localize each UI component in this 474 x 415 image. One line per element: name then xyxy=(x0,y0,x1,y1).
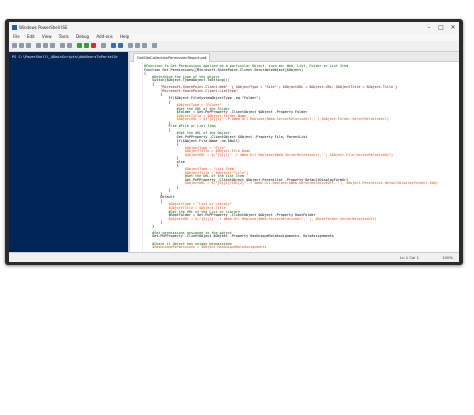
code-line: $ObjectURL = $("{0}{1}" -f $Web.Url.Repl… xyxy=(144,152,394,157)
run-selection-icon[interactable] xyxy=(84,43,89,48)
menu-tools[interactable]: Tools xyxy=(59,34,69,39)
toolbar xyxy=(9,41,459,52)
code-line: } xyxy=(144,223,155,228)
code-line: $HasUniquePermissions = $Object.HasUniqu… xyxy=(144,245,267,250)
console-prompt: PS C:\PowerShell\_ADminScripts\AddUsersT… xyxy=(12,55,119,59)
script-tab[interactable]: GetSiteCollectionPermissionReport.ps1 × xyxy=(133,53,210,62)
remote-powershell-icon[interactable] xyxy=(111,43,116,48)
open-icon[interactable] xyxy=(19,43,24,48)
layout-side-icon[interactable] xyxy=(135,43,140,48)
redo-icon[interactable] xyxy=(67,43,72,48)
code-line: Function Get-Permissions([Microsoft.Shar… xyxy=(144,67,304,72)
menu-file[interactable]: File xyxy=(13,34,20,39)
script-editor[interactable]: GetSiteCollectionPermissionReport.ps1 × … xyxy=(130,52,459,252)
menu-help[interactable]: Help xyxy=(120,34,129,39)
save-icon[interactable] xyxy=(26,43,31,48)
code-line: $ObjectURL = $("{0}{1}?ID={2}" -f $Web.U… xyxy=(144,181,438,186)
menu-debug[interactable]: Debug xyxy=(76,34,89,39)
maximize-button[interactable]: □ xyxy=(435,22,447,33)
powershell-ise-window: Windows PowerShell ISE – □ ✕ File Edit V… xyxy=(5,19,463,265)
debug-icon[interactable] xyxy=(101,43,106,48)
powershell-console-icon[interactable] xyxy=(118,43,123,48)
layout-max-icon[interactable] xyxy=(142,43,147,48)
window-title: Windows PowerShell ISE xyxy=(19,25,68,30)
code-line: $ObjectURL = $("{0}{1}" -f $Web.Url.Repl… xyxy=(144,216,377,221)
powershell-icon xyxy=(12,25,17,30)
stop-icon[interactable] xyxy=(91,43,96,48)
line-gutter xyxy=(130,62,143,252)
script-tab-bar: GetSiteCollectionPermissionReport.ps1 × xyxy=(130,52,459,62)
commands-icon[interactable] xyxy=(152,43,157,48)
script-tab-label: GetSiteCollectionPermissionReport.ps1 xyxy=(137,56,207,60)
undo-icon[interactable] xyxy=(60,43,65,48)
menu-view[interactable]: View xyxy=(42,34,52,39)
run-icon[interactable] xyxy=(77,43,82,48)
close-button[interactable]: ✕ xyxy=(447,22,459,33)
menu-edit[interactable]: Edit xyxy=(27,34,35,39)
zoom-level: 100% xyxy=(442,255,453,260)
code-line: Get-PnPProperty -ClientObject $Object -P… xyxy=(144,234,334,239)
close-tab-icon[interactable]: × xyxy=(204,54,207,62)
copy-icon[interactable] xyxy=(43,43,48,48)
code-line: Switch($Object.TypedObject.ToString()) xyxy=(144,78,230,83)
code-area[interactable]: #Function to Get Permissions Applied on … xyxy=(130,62,459,252)
console-pane[interactable]: PS C:\PowerShell\_ADminScripts\AddUsersT… xyxy=(9,52,128,252)
title-bar: Windows PowerShell ISE – □ ✕ xyxy=(9,22,459,33)
cursor-position: Ln 1 Col 1 xyxy=(399,255,419,260)
paste-icon[interactable] xyxy=(50,43,55,48)
status-bar: Ln 1 Col 1 100% xyxy=(9,252,459,262)
layout-icon[interactable] xyxy=(128,43,133,48)
new-icon[interactable] xyxy=(12,43,17,48)
cut-icon[interactable] xyxy=(36,43,41,48)
minimize-button[interactable]: – xyxy=(423,22,435,33)
code-line: $ObjectURL = $("{0}{1}" -f $Web.Url.Repl… xyxy=(144,117,389,122)
menu-addons[interactable]: Add-ons xyxy=(96,34,112,39)
menu-bar: File Edit View Tools Debug Add-ons Help xyxy=(9,33,459,41)
